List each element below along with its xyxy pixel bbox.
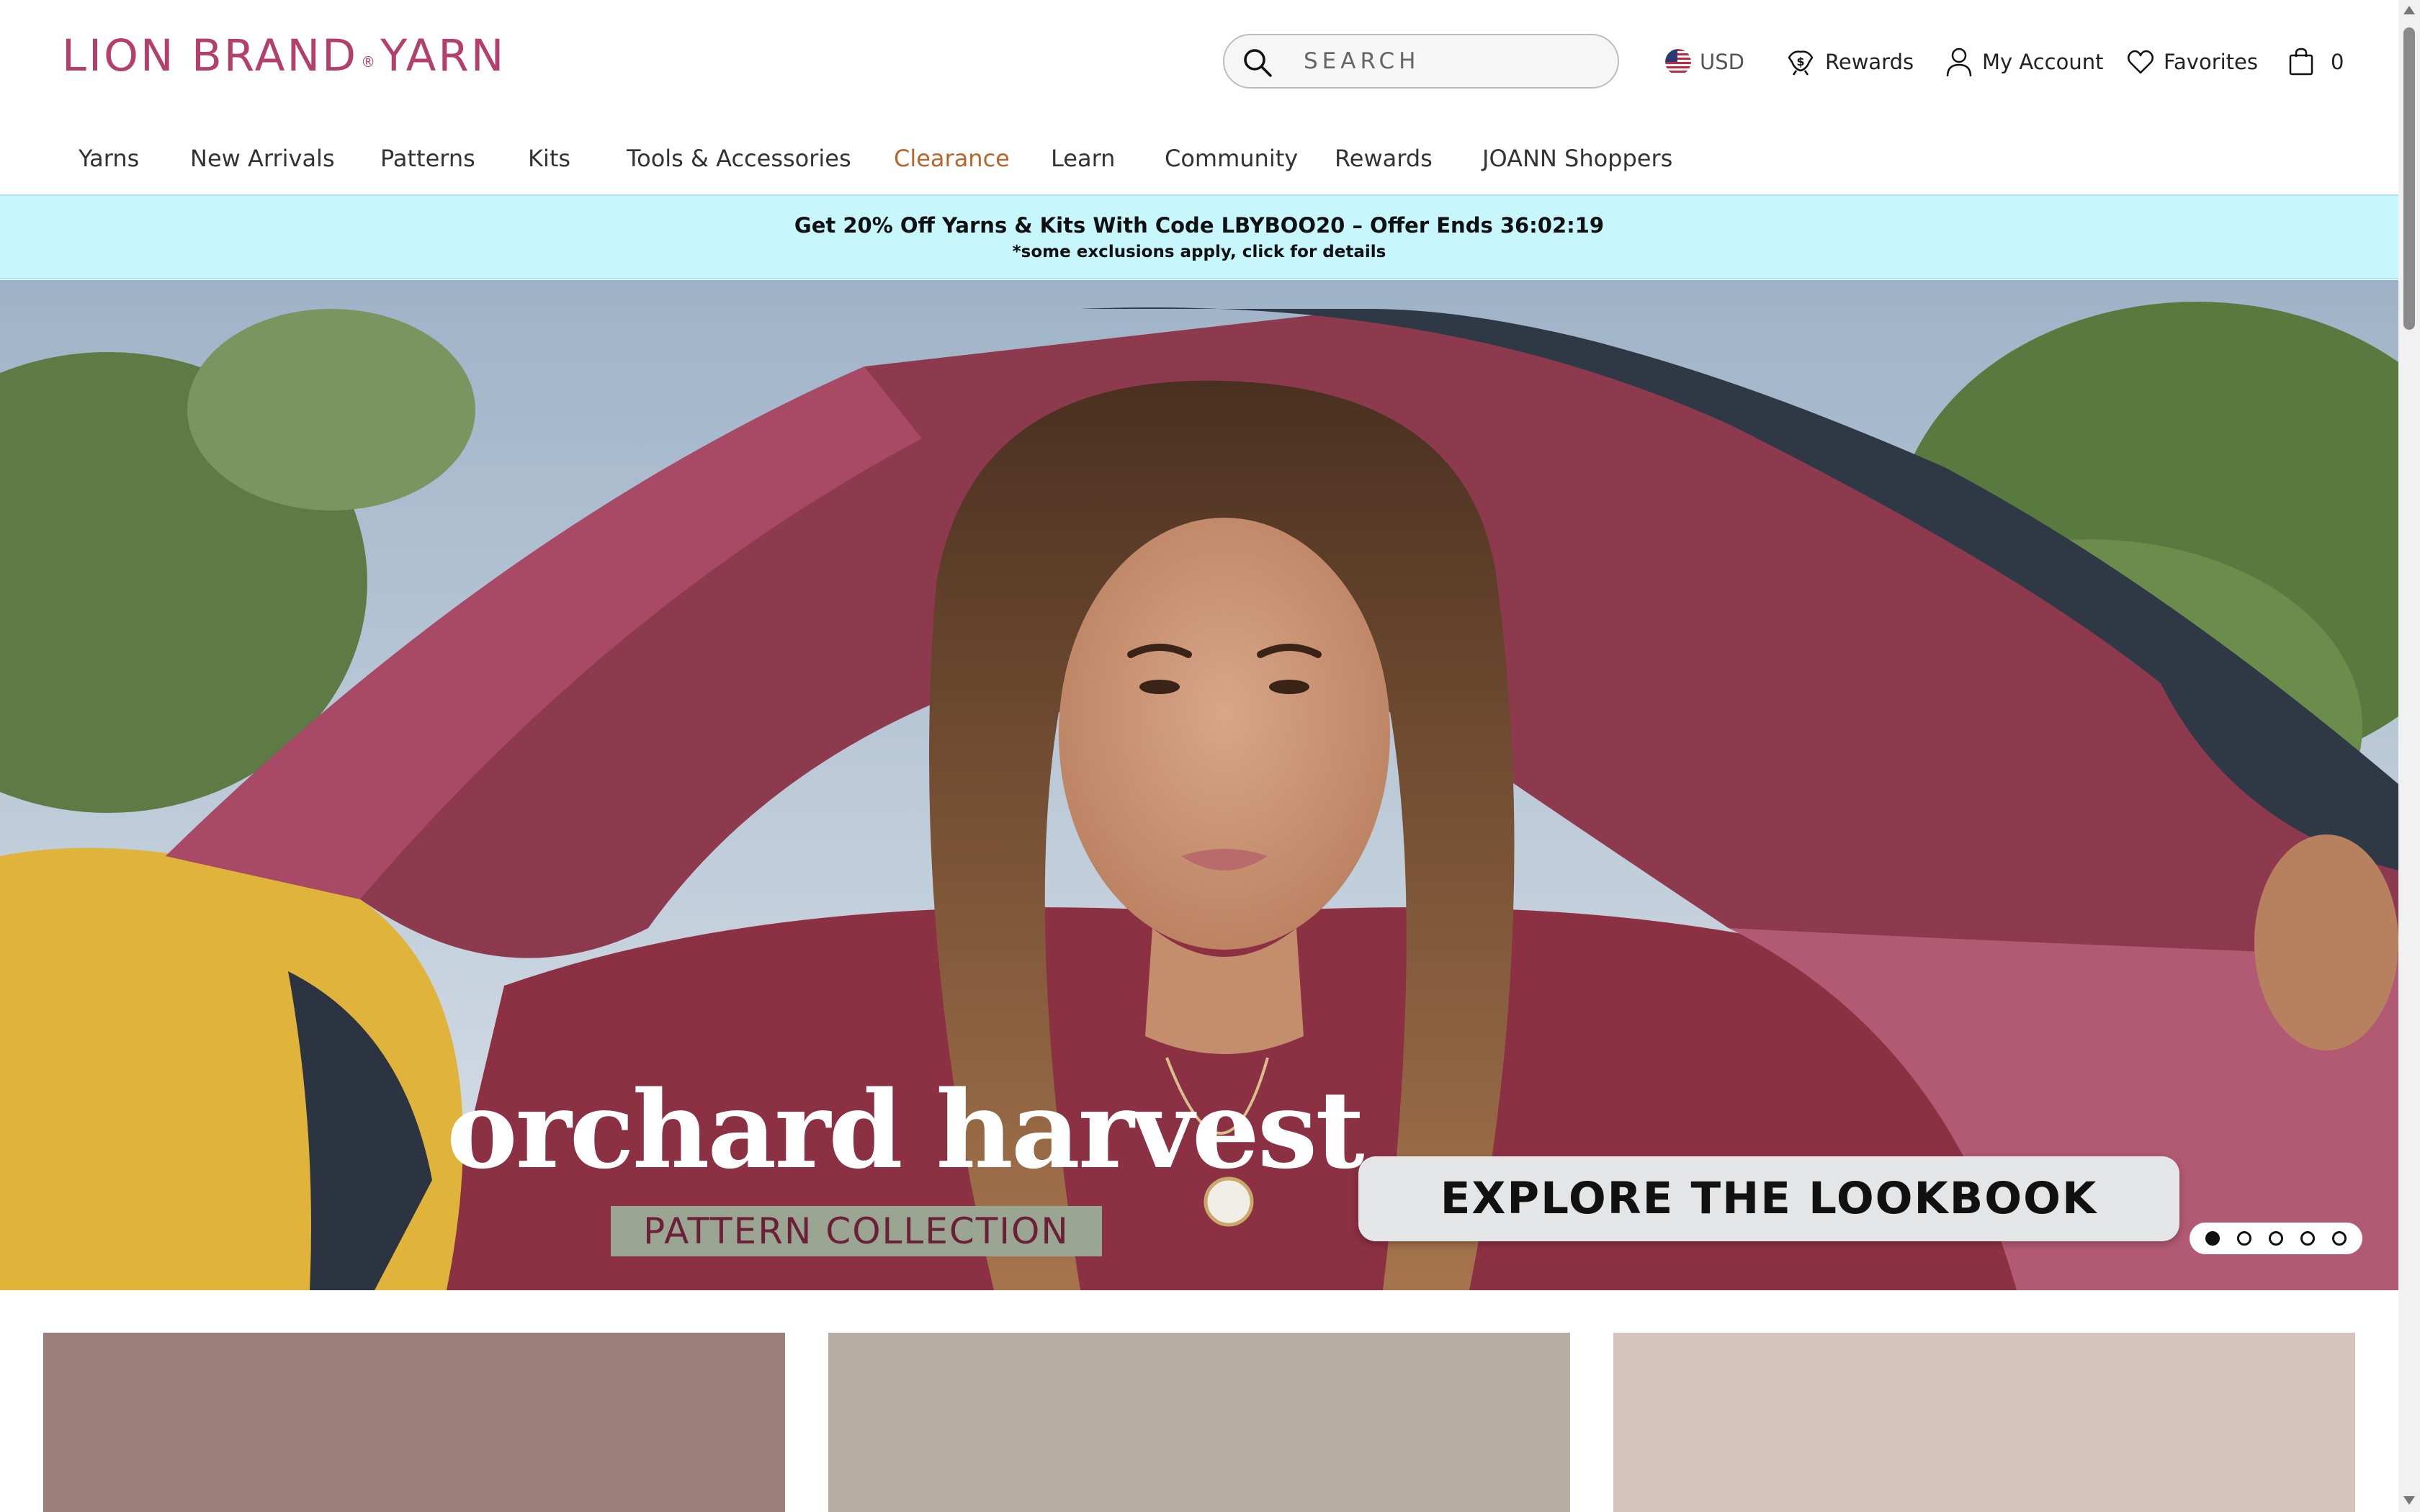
nav-item-tools-accessories[interactable]: Tools & Accessories xyxy=(627,137,851,180)
nav-item-kits[interactable]: Kits xyxy=(528,137,570,180)
main-nav: Yarns New Arrivals Patterns Kits Tools &… xyxy=(0,137,1729,180)
bag-icon xyxy=(2289,48,2313,76)
cart-link[interactable]: 0 xyxy=(2287,43,2344,81)
search-input[interactable] xyxy=(1304,44,1592,78)
carousel-dot-2[interactable] xyxy=(2237,1231,2251,1246)
account-label: My Account xyxy=(1982,50,2104,74)
hero-title: orchard harvest xyxy=(447,1067,1365,1192)
heart-icon xyxy=(2128,50,2154,74)
rewards-label: Rewards xyxy=(1825,50,1914,74)
currency-label: USD xyxy=(1700,50,1744,74)
scroll-down-arrow-icon[interactable] xyxy=(2403,1496,2415,1505)
nav-item-learn[interactable]: Learn xyxy=(1051,137,1115,180)
nav-item-rewards[interactable]: Rewards xyxy=(1335,137,1433,180)
registered-mark: ® xyxy=(361,53,378,71)
rewards-link[interactable]: $ Rewards xyxy=(1785,43,1914,81)
promo-message: Get 20% Off Yarns & Kits With Code LBYBO… xyxy=(794,213,1605,238)
hero-subtitle: PATTERN COLLECTION xyxy=(611,1206,1102,1256)
promo-banner[interactable]: Get 20% Off Yarns & Kits With Code LBYBO… xyxy=(0,194,2398,279)
svg-text:$: $ xyxy=(1796,55,1804,68)
carousel-dot-3[interactable] xyxy=(2269,1231,2283,1246)
page-scrollbar[interactable] xyxy=(2398,0,2420,1512)
currency-selector[interactable]: USD xyxy=(1665,43,1744,81)
page: LION BRAND®YARN USD xyxy=(0,0,2398,1512)
nav-item-patterns[interactable]: Patterns xyxy=(380,137,475,180)
search-bar[interactable] xyxy=(1223,34,1619,89)
us-flag-icon xyxy=(1665,49,1691,75)
category-tile-1[interactable] xyxy=(43,1333,785,1512)
nav-item-new-arrivals[interactable]: New Arrivals xyxy=(190,137,335,180)
hero-banner[interactable]: orchard harvest PATTERN COLLECTION EXPLO… xyxy=(0,280,2398,1290)
brand-logo[interactable]: LION BRAND ®YARN xyxy=(62,29,506,84)
category-tile-2[interactable] xyxy=(828,1333,1570,1512)
rewards-icon: $ xyxy=(1788,50,1814,76)
cart-count: 0 xyxy=(2331,50,2344,74)
carousel-dots xyxy=(2190,1223,2362,1254)
favorites-label: Favorites xyxy=(2164,50,2258,74)
carousel-dot-5[interactable] xyxy=(2332,1231,2347,1246)
nav-item-community[interactable]: Community xyxy=(1165,137,1298,180)
nav-item-yarns[interactable]: Yarns xyxy=(79,137,139,180)
favorites-link[interactable]: Favorites xyxy=(2126,43,2258,81)
nav-item-clearance[interactable]: Clearance xyxy=(894,137,1010,180)
logo-text-yarn: YARN xyxy=(380,30,506,81)
category-tile-3[interactable] xyxy=(1613,1333,2355,1512)
search-icon[interactable] xyxy=(1240,45,1275,80)
scroll-up-arrow-icon[interactable] xyxy=(2403,6,2415,14)
user-icon xyxy=(1946,48,1972,77)
carousel-dot-1[interactable] xyxy=(2205,1231,2220,1246)
carousel-dot-4[interactable] xyxy=(2300,1231,2315,1246)
nav-item-joann-shoppers[interactable]: JOANN Shoppers xyxy=(1482,137,1672,180)
logo-text: LION BRAND xyxy=(62,30,359,81)
scrollbar-thumb[interactable] xyxy=(2403,27,2415,330)
promo-disclaimer: *some exclusions apply, click for detail… xyxy=(1012,243,1386,261)
account-link[interactable]: My Account xyxy=(1945,43,2104,81)
explore-lookbook-button[interactable]: EXPLORE THE LOOKBOOK xyxy=(1358,1156,2179,1241)
